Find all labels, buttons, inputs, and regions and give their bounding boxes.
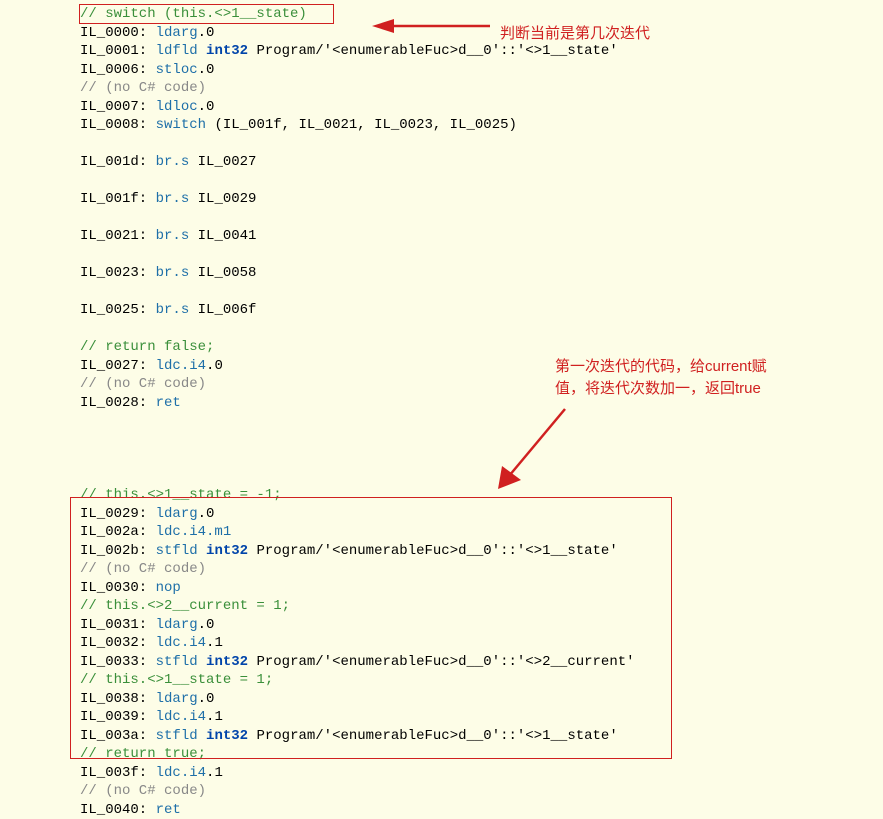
code-comment-green: // switch (this.<>1__state) — [80, 5, 635, 24]
code-comment-gray: // (no C# code) — [80, 375, 635, 394]
annotation-line-2: 值，将迭代次数加一，返回true — [555, 380, 761, 397]
annotation-line-1: 第一次迭代的代码，给current赋 — [555, 358, 767, 375]
code-blank-line — [80, 135, 635, 154]
code-il-line: IL_001f: br.s IL_0029 — [80, 190, 635, 209]
code-il-line: IL_0030: nop — [80, 579, 635, 598]
code-il-line: IL_0033: stfld int32 Program/'<enumerabl… — [80, 653, 635, 672]
code-blank-line — [80, 320, 635, 339]
code-il-line: IL_0008: switch (IL_001f, IL_0021, IL_00… — [80, 116, 635, 135]
annotation-first-iteration: 第一次迭代的代码，给current赋 值，将迭代次数加一，返回true — [555, 356, 767, 400]
code-il-line: IL_0021: br.s IL_0041 — [80, 227, 635, 246]
code-blank-line — [80, 283, 635, 302]
code-blank-line — [80, 209, 635, 228]
code-blank-line — [80, 246, 635, 265]
code-il-line: IL_002a: ldc.i4.m1 — [80, 523, 635, 542]
code-comment-green: // this.<>2__current = 1; — [80, 597, 635, 616]
code-il-line: IL_0029: ldarg.0 — [80, 505, 635, 524]
code-il-line: IL_0039: ldc.i4.1 — [80, 708, 635, 727]
code-comment-green: // this.<>1__state = 1; — [80, 671, 635, 690]
arrow-icon-2 — [495, 404, 570, 494]
code-comment-gray: // (no C# code) — [80, 79, 635, 98]
code-comment-green: // return false; — [80, 338, 635, 357]
code-il-line: IL_0031: ldarg.0 — [80, 616, 635, 635]
code-comment-gray: // (no C# code) — [80, 560, 635, 579]
code-il-line: IL_0038: ldarg.0 — [80, 690, 635, 709]
code-il-line: IL_0025: br.s IL_006f — [80, 301, 635, 320]
code-il-line: IL_001d: br.s IL_0027 — [80, 153, 635, 172]
code-il-line: IL_0023: br.s IL_0058 — [80, 264, 635, 283]
code-il-line: IL_0001: ldfld int32 Program/'<enumerabl… — [80, 42, 635, 61]
code-il-line: IL_0032: ldc.i4.1 — [80, 634, 635, 653]
code-comment-green: // return true; — [80, 745, 635, 764]
code-il-line: IL_0007: ldloc.0 — [80, 98, 635, 117]
code-il-line: IL_003a: stfld int32 Program/'<enumerabl… — [80, 727, 635, 746]
code-il-line: IL_003f: ldc.i4.1 — [80, 764, 635, 783]
code-blank-line — [80, 172, 635, 191]
code-il-line: IL_002b: stfld int32 Program/'<enumerabl… — [80, 542, 635, 561]
code-il-line: IL_0027: ldc.i4.0 — [80, 357, 635, 376]
code-il-line: IL_0006: stloc.0 — [80, 61, 635, 80]
code-il-line: IL_0040: ret — [80, 801, 635, 819]
code-comment-gray: // (no C# code) — [80, 782, 635, 801]
arrow-icon-1 — [372, 16, 492, 36]
annotation-iteration-check: 判断当前是第几次迭代 — [500, 22, 650, 43]
